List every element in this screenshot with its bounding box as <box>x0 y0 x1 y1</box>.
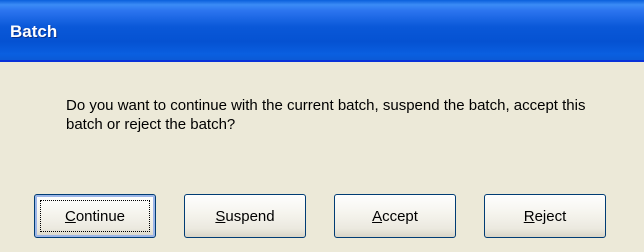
accept-label-rest: ccept <box>382 207 418 225</box>
dialog-title: Batch <box>10 22 58 41</box>
suspend-button-label: Suspend <box>215 208 274 225</box>
accept-button[interactable]: Accept <box>334 194 456 238</box>
suspend-button[interactable]: Suspend <box>184 194 306 238</box>
continue-button[interactable]: Continue <box>34 194 156 238</box>
title-bar-edge <box>0 60 644 62</box>
dialog-message: Do you want to continue with the current… <box>66 97 586 133</box>
reject-label-rest: eject <box>534 207 567 225</box>
reject-button[interactable]: Reject <box>484 194 606 238</box>
suspend-mnemonic: S <box>215 207 226 225</box>
suspend-label-rest: uspend <box>225 207 275 225</box>
focus-rectangle <box>40 200 150 232</box>
batch-dialog: Batch Do you want to continue with the c… <box>0 0 644 252</box>
accept-button-label: Accept <box>372 208 418 225</box>
reject-button-label: Reject <box>524 208 567 225</box>
accept-mnemonic: A <box>372 207 383 225</box>
reject-mnemonic: R <box>523 207 535 225</box>
title-bar[interactable]: Batch <box>0 0 644 60</box>
